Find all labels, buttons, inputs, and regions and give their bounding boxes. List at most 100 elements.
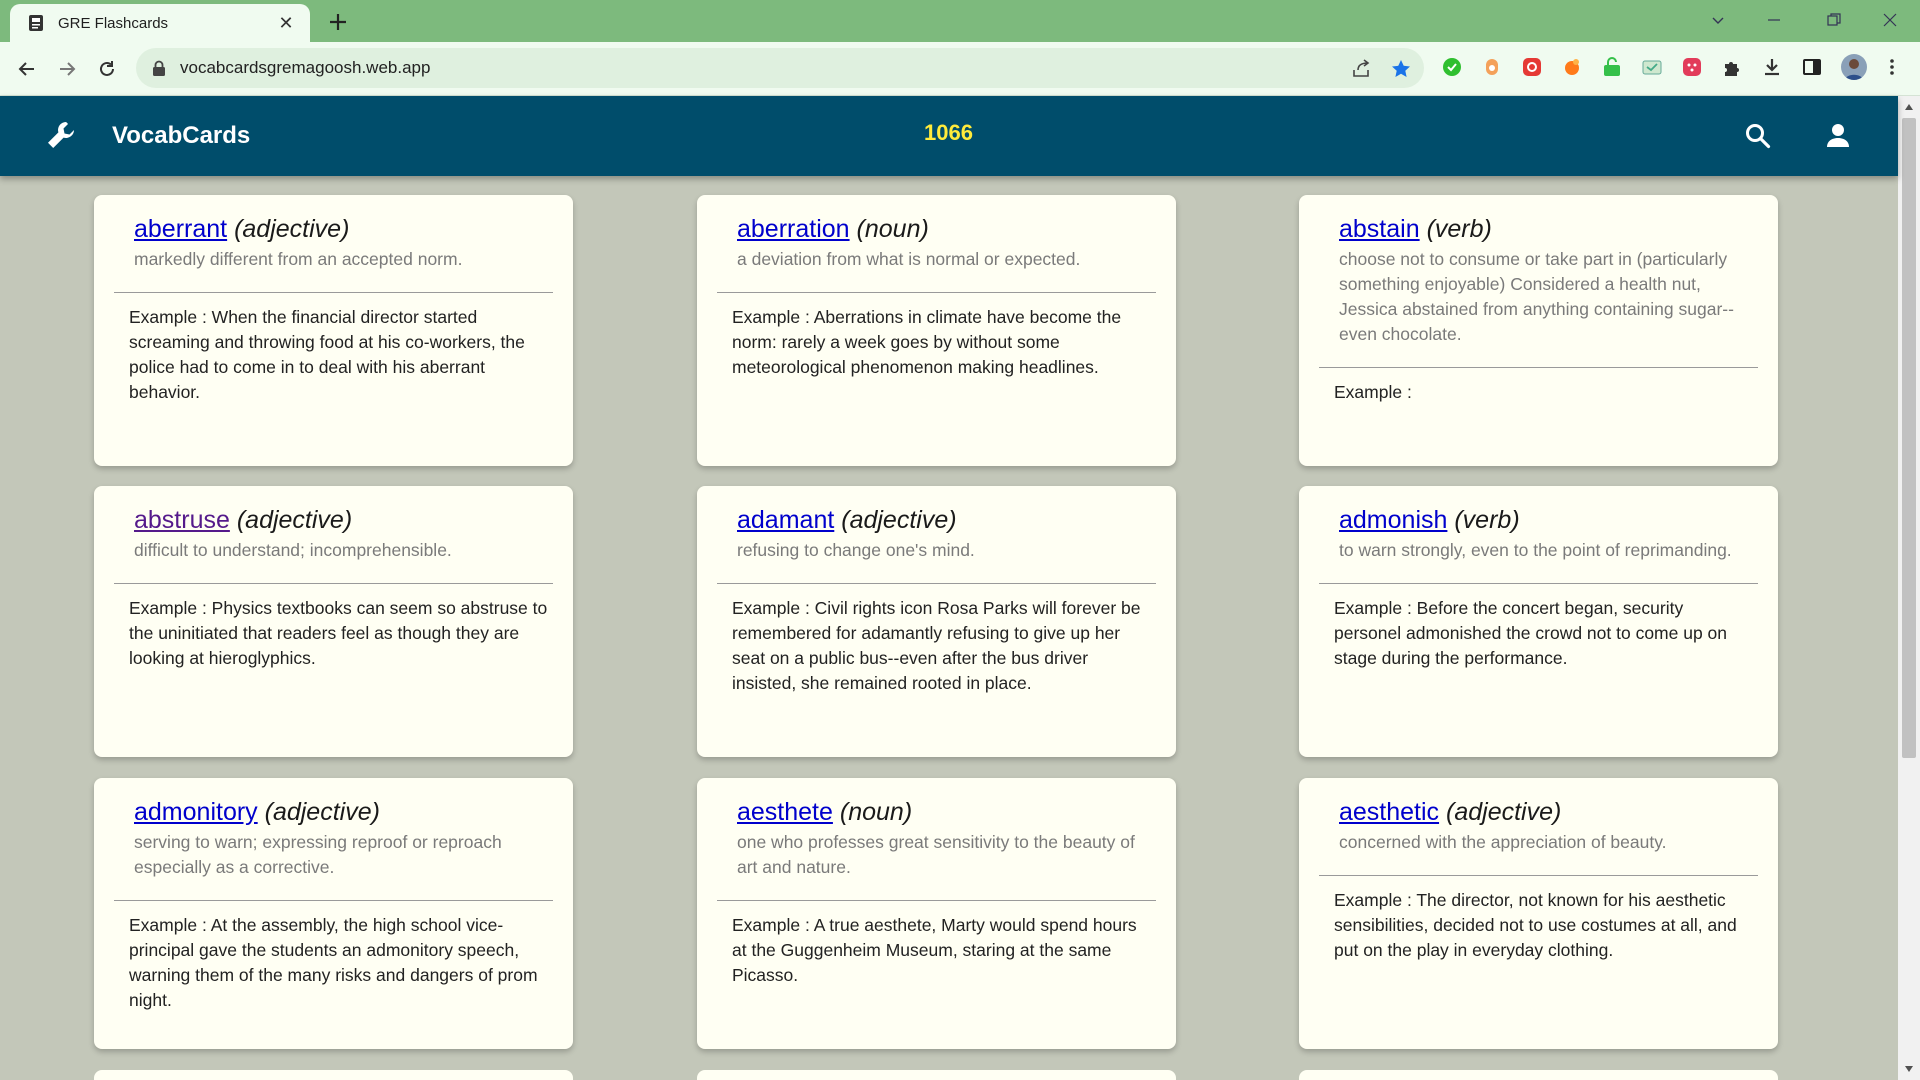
part-of-speech: (noun) [839,798,913,826]
part-of-speech: (noun) [856,215,929,243]
example: Example : Physics textbooks can seem so … [129,598,548,668]
downloads-button[interactable] [1761,56,1783,78]
app-header: VocabCards 1066 [0,96,1898,176]
close-window-button[interactable] [1868,4,1912,36]
inbox-extension-icon [1642,60,1662,75]
part-of-speech: (adjective) [236,506,353,534]
app-title: VocabCards [112,122,251,149]
browser-toolbar: vocabcardsgremagoosh.web.app [0,42,1920,96]
star-icon[interactable] [1390,58,1412,80]
flashcard[interactable]: abstain (verb) choose not to consume or … [1299,195,1778,466]
word-link[interactable]: aesthete [737,798,833,826]
definition: to warn strongly, even to the point of r… [1339,540,1732,560]
word-link[interactable]: aberrant [134,215,227,243]
download-icon [1765,59,1779,76]
restore-icon [1827,13,1841,26]
address-bar[interactable]: vocabcardsgremagoosh.web.app [136,48,1424,88]
example: Example : [1334,382,1412,402]
definition: concerned with the appreciation of beaut… [1339,832,1667,852]
new-tab-button[interactable] [322,6,354,38]
definition: choose not to consume or take part in (p… [1339,249,1734,344]
flashcard[interactable]: aberrant (adjective) markedly different … [94,195,573,466]
extensions-puzzle-button[interactable] [1721,56,1743,78]
more-vertical-icon [1890,59,1894,75]
berry-extension-icon [1683,58,1701,76]
extension-6[interactable] [1641,56,1663,78]
scroll-thumb[interactable] [1902,118,1916,758]
word-link[interactable]: aesthetic [1339,798,1439,826]
definition: serving to warn; expressing reproof or r… [134,832,502,877]
minimize-button[interactable] [1752,4,1796,36]
flashcard[interactable]: admonitory (adjective) serving to warn; … [94,778,573,1049]
example: Example : When the financial director st… [129,307,525,402]
orange-extension-icon [1486,59,1498,75]
flashcard[interactable]: aesthetic (adjective) concerned with the… [1299,778,1778,1049]
back-icon [18,62,34,76]
profile-avatar[interactable] [1841,54,1867,80]
triangle-up-icon [1905,104,1913,110]
extension-1[interactable] [1441,56,1463,78]
minimize-icon [1768,19,1780,21]
page-scrollbar[interactable] [1898,96,1920,1080]
close-icon [1883,13,1897,27]
avatar [1841,54,1867,80]
flashcard[interactable]: adamant (adjective) refusing to change o… [697,486,1176,757]
part-of-speech: (verb) [1426,215,1492,243]
orange-burst-extension-icon [1565,59,1579,75]
definition: markedly different from an accepted norm… [134,249,463,269]
word-link[interactable]: abstruse [134,506,230,534]
plus-icon [330,14,346,30]
extension-5[interactable] [1601,56,1623,78]
definition: a deviation from what is normal or expec… [737,249,1081,269]
chevron-down-icon [1712,17,1724,24]
extension-7[interactable] [1681,56,1703,78]
extension-2[interactable] [1481,56,1503,78]
lock-icon [153,60,165,76]
side-panel-button[interactable] [1801,56,1823,78]
share-icon[interactable] [1350,58,1372,80]
red-square-extension-icon [1523,58,1541,76]
forward-button[interactable] [52,54,82,84]
example: Example : At the assembly, the high scho… [129,915,538,1010]
url-text: vocabcardsgremagoosh.web.app [180,58,431,77]
extension-4[interactable] [1561,56,1583,78]
forward-icon [60,62,76,76]
flashcard[interactable]: abstruse (adjective) difficult to unders… [94,486,573,757]
user-icon[interactable] [1824,122,1852,150]
side-panel-icon [1803,59,1821,75]
part-of-speech: (adjective) [264,798,380,826]
word-link[interactable]: admonish [1339,506,1447,534]
triangle-down-icon [1905,1066,1913,1072]
tab-search-button[interactable] [1696,4,1740,36]
word-link[interactable]: abstain [1339,215,1420,243]
flashcard[interactable]: aberration (noun) a deviation from what … [697,195,1176,466]
back-button[interactable] [12,54,42,84]
example: Example : Before the concert began, secu… [1334,598,1728,668]
browser-tab-strip: GRE Flashcards ✕ [0,0,1920,42]
flashcard[interactable]: admonish (verb) to warn strongly, even t… [1299,486,1778,757]
scroll-up-arrow[interactable] [1898,98,1920,116]
green-circle-extension-icon [1443,58,1461,76]
search-icon[interactable] [1744,122,1772,150]
word-link[interactable]: admonitory [134,798,258,826]
tab-title: GRE Flashcards [58,14,169,32]
browser-menu-button[interactable] [1881,56,1903,78]
puzzle-icon [1725,62,1739,76]
close-icon[interactable]: ✕ [276,13,296,34]
definition: refusing to change one's mind. [737,540,975,560]
green-lock-extension-icon [1604,57,1620,76]
wrench-icon[interactable] [44,118,78,152]
part-of-speech: (adjective) [234,215,350,243]
reload-button[interactable] [92,54,122,84]
word-link[interactable]: adamant [737,506,834,534]
part-of-speech: (adjective) [1446,798,1562,826]
card-count: 1066 [924,120,973,145]
scroll-down-arrow[interactable] [1898,1060,1920,1078]
example: Example : Civil rights icon Rosa Parks w… [732,598,1141,693]
word-link[interactable]: aberration [737,215,850,243]
restore-button[interactable] [1812,4,1856,36]
browser-tab[interactable]: GRE Flashcards ✕ [10,4,310,42]
definition: difficult to understand; incomprehensibl… [134,540,452,560]
flashcard[interactable]: aesthete (noun) one who professes great … [697,778,1176,1049]
extension-3[interactable] [1521,56,1543,78]
